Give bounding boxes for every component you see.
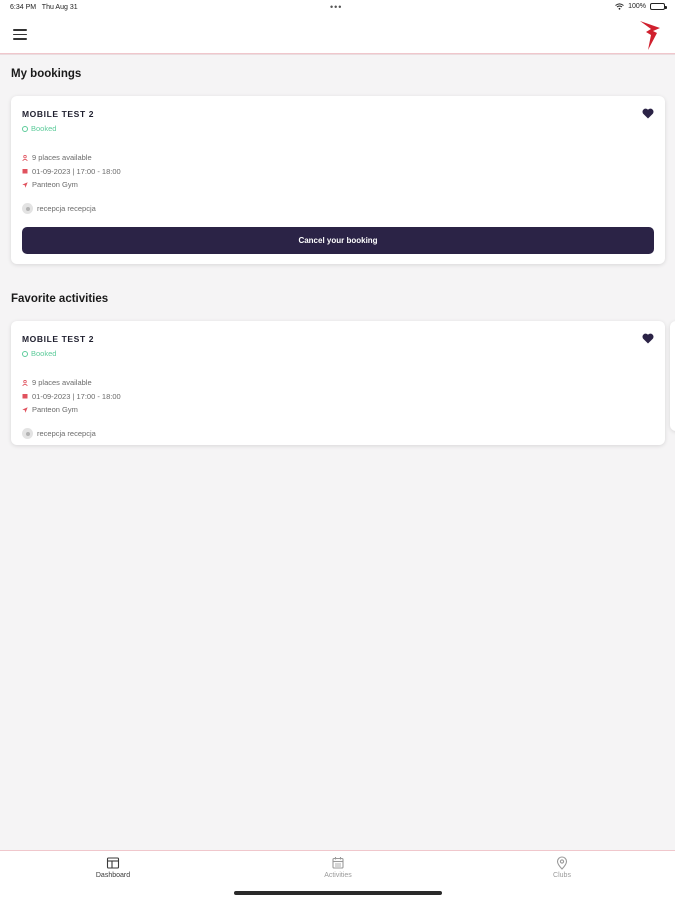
status-bar: 6:34 PM Thu Aug 31 ••• 100% — [0, 0, 675, 17]
activity-name: MOBILE TEST 2 — [22, 109, 95, 119]
booking-status-label: Booked — [31, 124, 57, 133]
nav-item-dashboard[interactable]: Dashboard — [53, 856, 173, 879]
dashboard-icon — [106, 857, 120, 869]
avatar — [22, 203, 33, 214]
calendar-small-icon — [22, 394, 28, 399]
brand-logo-icon[interactable] — [639, 19, 661, 51]
places-available: 9 places available — [32, 153, 92, 163]
heart-icon[interactable] — [642, 108, 654, 119]
person-icon — [22, 154, 28, 161]
nav-label-dashboard: Dashboard — [95, 872, 131, 879]
nav-label-activities: Activities — [324, 872, 352, 879]
calendar-icon — [332, 857, 344, 869]
check-circle-icon — [22, 125, 28, 132]
booking-card[interactable]: MOBILE TEST 2 Booked 9 places available … — [11, 96, 665, 264]
calendar-small-icon — [22, 169, 28, 174]
datetime-row: 01-09-2023 | 17:00 - 18:00 — [22, 165, 121, 179]
avatar — [22, 428, 33, 439]
instructor: recepcja recepcja — [22, 428, 96, 439]
places-row: 9 places available — [22, 151, 121, 165]
activity-location: Panteon Gym — [32, 180, 78, 190]
location-pin-icon — [556, 856, 568, 870]
app-header — [0, 17, 675, 54]
home-indicator[interactable] — [234, 891, 442, 895]
booking-status: Booked — [22, 349, 56, 358]
activity-info: 9 places available 01-09-2023 | 17:00 - … — [22, 151, 121, 192]
booking-status: Booked — [22, 124, 56, 133]
favorite-activities-title: Favorite activities — [11, 293, 109, 305]
next-favorite-card-peek[interactable] — [670, 321, 675, 431]
activity-datetime: 01-09-2023 | 17:00 - 18:00 — [32, 166, 121, 176]
heart-icon[interactable] — [642, 333, 654, 344]
person-icon — [22, 379, 28, 386]
status-time: 6:34 PM — [10, 4, 37, 11]
instructor-name: recepcja recepcja — [37, 429, 96, 438]
activity-datetime: 01-09-2023 | 17:00 - 18:00 — [32, 391, 121, 401]
check-circle-icon — [22, 350, 28, 357]
nav-item-activities[interactable]: Activities — [278, 856, 398, 879]
location-row: Panteon Gym — [22, 178, 121, 192]
battery-icon — [650, 3, 667, 10]
cancel-booking-button[interactable]: Cancel your booking — [22, 227, 654, 254]
location-arrow-icon — [22, 407, 28, 413]
activity-info: 9 places available 01-09-2023 | 17:00 - … — [22, 376, 121, 417]
instructor-name: recepcja recepcja — [37, 204, 96, 213]
booking-status-label: Booked — [31, 349, 57, 358]
places-available: 9 places available — [32, 378, 92, 388]
activity-location: Panteon Gym — [32, 405, 78, 415]
location-row: Panteon Gym — [22, 403, 121, 417]
instructor: recepcja recepcja — [22, 203, 96, 214]
nav-item-clubs[interactable]: Clubs — [502, 856, 622, 879]
status-indicators: 100% — [615, 3, 667, 10]
activity-name: MOBILE TEST 2 — [22, 334, 95, 344]
status-date: Thu Aug 31 — [41, 4, 78, 11]
favorite-activity-card[interactable]: MOBILE TEST 2 Booked 9 places available … — [11, 321, 665, 445]
hamburger-icon[interactable] — [13, 29, 27, 41]
places-row: 9 places available — [22, 376, 121, 390]
wifi-icon — [615, 3, 624, 10]
multitask-dots[interactable]: ••• — [330, 2, 342, 12]
battery-percent: 100% — [628, 3, 646, 10]
location-arrow-icon — [22, 182, 28, 188]
my-bookings-title: My bookings — [11, 68, 82, 80]
status-time-date: 6:34 PM Thu Aug 31 — [10, 4, 78, 11]
nav-label-clubs: Clubs — [553, 872, 571, 879]
datetime-row: 01-09-2023 | 17:00 - 18:00 — [22, 390, 121, 404]
